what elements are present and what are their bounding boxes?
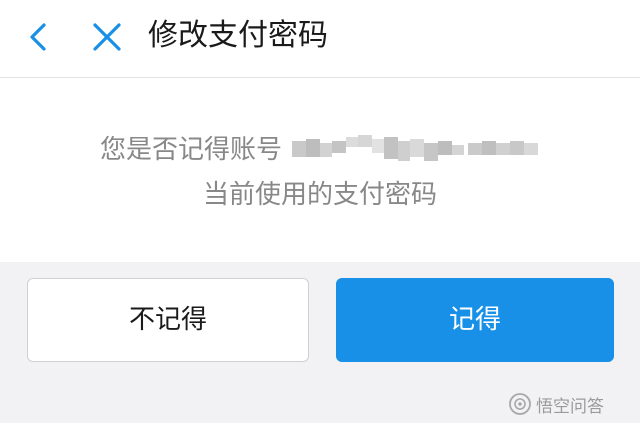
close-button[interactable] [88,18,126,56]
prompt-line-2: 当前使用的支付密码 [202,180,437,210]
wukong-logo-icon [509,393,531,415]
masked-account [292,134,540,163]
page-title: 修改支付密码 [148,18,328,53]
remember-button[interactable]: 记得 [336,278,614,362]
forgot-button[interactable]: 不记得 [27,278,309,362]
watermark-text: 悟空问答 [536,396,604,417]
chevron-left-icon [30,23,46,51]
prompt-panel: 您是否记得账号 当前使用的支付密码 [0,78,640,262]
prompt-line-1: 您是否记得账号 [0,132,640,168]
close-icon [93,23,121,51]
prompt-question-text: 您是否记得账号 [99,135,282,165]
top-bar: 修改支付密码 [0,0,640,78]
back-button[interactable] [22,19,58,55]
watermark: 悟空问答 [508,392,604,417]
